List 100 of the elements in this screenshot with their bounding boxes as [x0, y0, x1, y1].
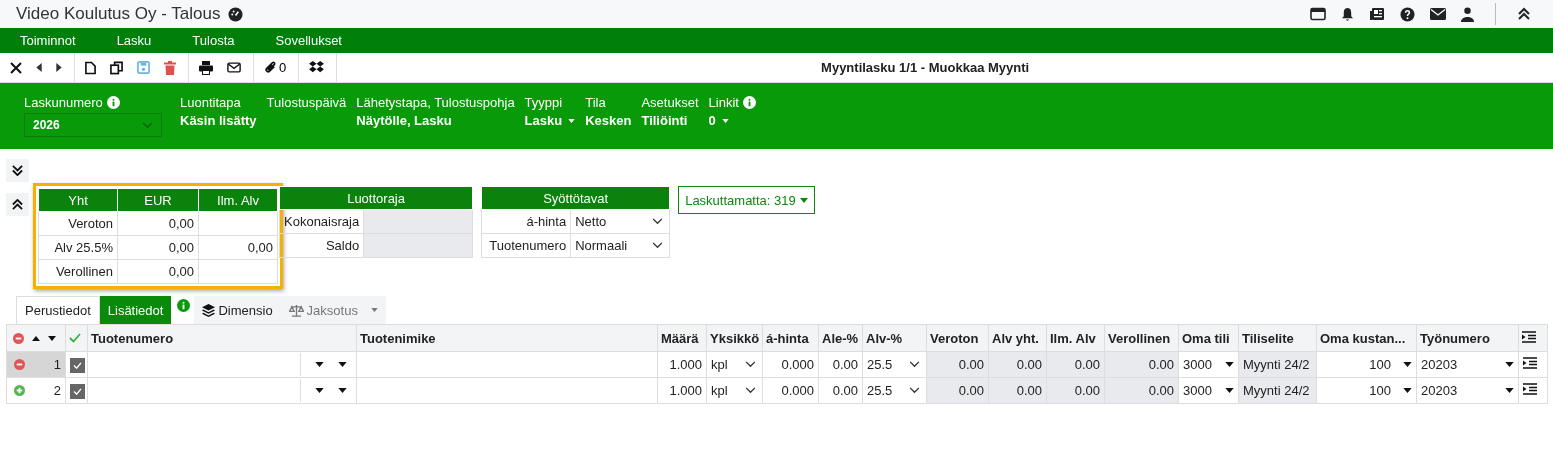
column-header: Verollinen — [1104, 324, 1179, 352]
table-cell: Verollinen — [38, 259, 118, 284]
table-cell: Myynti 24/2 — [1243, 383, 1310, 398]
dropdown-icon[interactable] — [1403, 388, 1412, 393]
tab[interactable]: Dimensio — [194, 296, 281, 324]
cell-value[interactable]: 20203 — [1421, 357, 1458, 372]
tab[interactable]: Jaksotus — [280, 296, 386, 324]
table-cell: 0.00 — [958, 383, 984, 398]
delete-icon[interactable] — [164, 60, 176, 75]
menu-item[interactable]: Toiminnot — [20, 33, 76, 48]
double-chevron-icon — [12, 165, 23, 176]
column-header: Yksikkö — [706, 324, 763, 352]
info-icon[interactable] — [177, 299, 191, 312]
chevron-icon — [745, 387, 756, 394]
field-label: Luontitapa — [180, 95, 241, 110]
close-icon[interactable] — [10, 61, 22, 74]
unbilled-button[interactable]: Laskuttamatta: 319 — [678, 186, 815, 214]
chevron-icon — [142, 121, 153, 129]
field-dropdown[interactable]: Lasku — [524, 113, 576, 128]
next-icon[interactable] — [56, 63, 62, 72]
table-cell: 0.00 — [958, 357, 984, 372]
help-icon[interactable] — [1400, 6, 1415, 22]
table-cell: 0.000 — [781, 383, 814, 398]
dropdown-icon[interactable] — [1225, 388, 1234, 393]
column-header: Ilm. Alv — [1046, 324, 1105, 352]
new-document-icon[interactable] — [85, 60, 96, 75]
dropdown-icon[interactable] — [1225, 362, 1234, 367]
check-icon — [73, 361, 82, 369]
column-header: Oma tili — [1178, 324, 1239, 352]
info-icon[interactable] — [742, 96, 756, 109]
column-header: Ale-% — [818, 324, 863, 352]
expand-button[interactable] — [6, 159, 29, 182]
mail-icon[interactable] — [227, 62, 241, 73]
chevron-icon — [652, 218, 664, 225]
copy-icon[interactable] — [110, 60, 123, 75]
table-cell: 1.000 — [669, 383, 702, 398]
table-cell: 0,00 — [117, 259, 199, 284]
table-cell: Myynti 24/2 — [1243, 357, 1310, 372]
tab[interactable]: Perustiedot — [16, 296, 100, 324]
table-cell: 0.00 — [1016, 383, 1042, 398]
previous-icon[interactable] — [36, 63, 42, 72]
indent-icon[interactable] — [1523, 383, 1537, 395]
chevron-icon — [652, 242, 664, 249]
menu-item[interactable]: Sovellukset — [275, 33, 342, 48]
remove-row-icon[interactable] — [14, 359, 25, 370]
dropdown-icon[interactable] — [338, 362, 347, 367]
column-header: Määrä — [657, 324, 707, 352]
column-header: Oma kustan... — [1316, 324, 1417, 352]
field-label: Tila — [585, 95, 606, 110]
table-cell: 1.000 — [669, 357, 702, 372]
field-dropdown[interactable]: 0 — [708, 113, 756, 128]
row-label: Kokonaisraja — [279, 209, 364, 234]
field-label: Tyyppi — [524, 95, 563, 110]
table-cell: 0.00 — [832, 383, 858, 398]
column-header: Tuotenimike — [356, 324, 658, 352]
print-icon[interactable] — [199, 60, 213, 75]
table-cell: 0.00 — [1074, 383, 1100, 398]
attachments-button[interactable]: 0 — [264, 60, 287, 75]
field-value: Näytölle, Lasku — [356, 113, 453, 128]
newspaper-icon[interactable] — [1369, 7, 1385, 21]
remove-all-icon[interactable] — [13, 332, 24, 344]
indent-icon[interactable] — [1523, 357, 1537, 369]
dropdown-icon[interactable] — [315, 362, 324, 367]
indent-icon[interactable] — [1522, 330, 1536, 343]
collapse-icon[interactable] — [1517, 7, 1531, 21]
mail-icon[interactable] — [1430, 8, 1446, 20]
card-icon[interactable] — [1310, 7, 1326, 21]
sort-down-icon[interactable] — [48, 335, 56, 341]
table-cell: 0.00 — [1074, 357, 1100, 372]
checkbox[interactable] — [70, 383, 85, 399]
checkmark-icon[interactable] — [69, 332, 81, 343]
dropdown-icon[interactable] — [315, 388, 324, 393]
add-row-icon[interactable] — [14, 385, 25, 396]
sort-up-icon[interactable] — [32, 335, 40, 341]
user-icon[interactable] — [1461, 6, 1474, 22]
field-label: Tulostuspäivä — [266, 95, 347, 110]
table-cell: 0.00 — [1148, 383, 1174, 398]
invoice-number-select[interactable]: 2026 — [24, 113, 162, 137]
field-label: Asetukset — [641, 95, 699, 110]
table-cell: Alv 25.5% — [38, 235, 118, 260]
info-icon[interactable] — [106, 96, 120, 109]
table-cell: 0.00 — [832, 357, 858, 372]
menu-item[interactable]: Lasku — [116, 33, 152, 48]
caret-icon — [799, 197, 808, 203]
double-chevron-icon — [12, 199, 23, 210]
menu-item[interactable]: Tulosta — [192, 33, 235, 48]
dropdown-icon[interactable] — [338, 388, 347, 393]
dropbox-icon[interactable] — [309, 61, 325, 74]
field-label: Lähetystapa, Tulostuspohja — [356, 95, 515, 110]
tab[interactable]: Lisätiedot — [99, 296, 172, 324]
dropdown-icon[interactable] — [1505, 388, 1514, 393]
dashboard-icon[interactable] — [228, 6, 244, 22]
checkbox[interactable] — [70, 357, 85, 373]
cell-value[interactable]: 20203 — [1421, 383, 1458, 398]
collapse-button[interactable] — [6, 193, 29, 216]
field-value: Käsin lisätty — [180, 113, 257, 128]
dropdown-icon[interactable] — [1505, 362, 1514, 367]
dropdown-icon[interactable] — [1403, 362, 1412, 367]
table-cell: 0.000 — [781, 357, 814, 372]
bell-icon[interactable] — [1341, 6, 1354, 22]
